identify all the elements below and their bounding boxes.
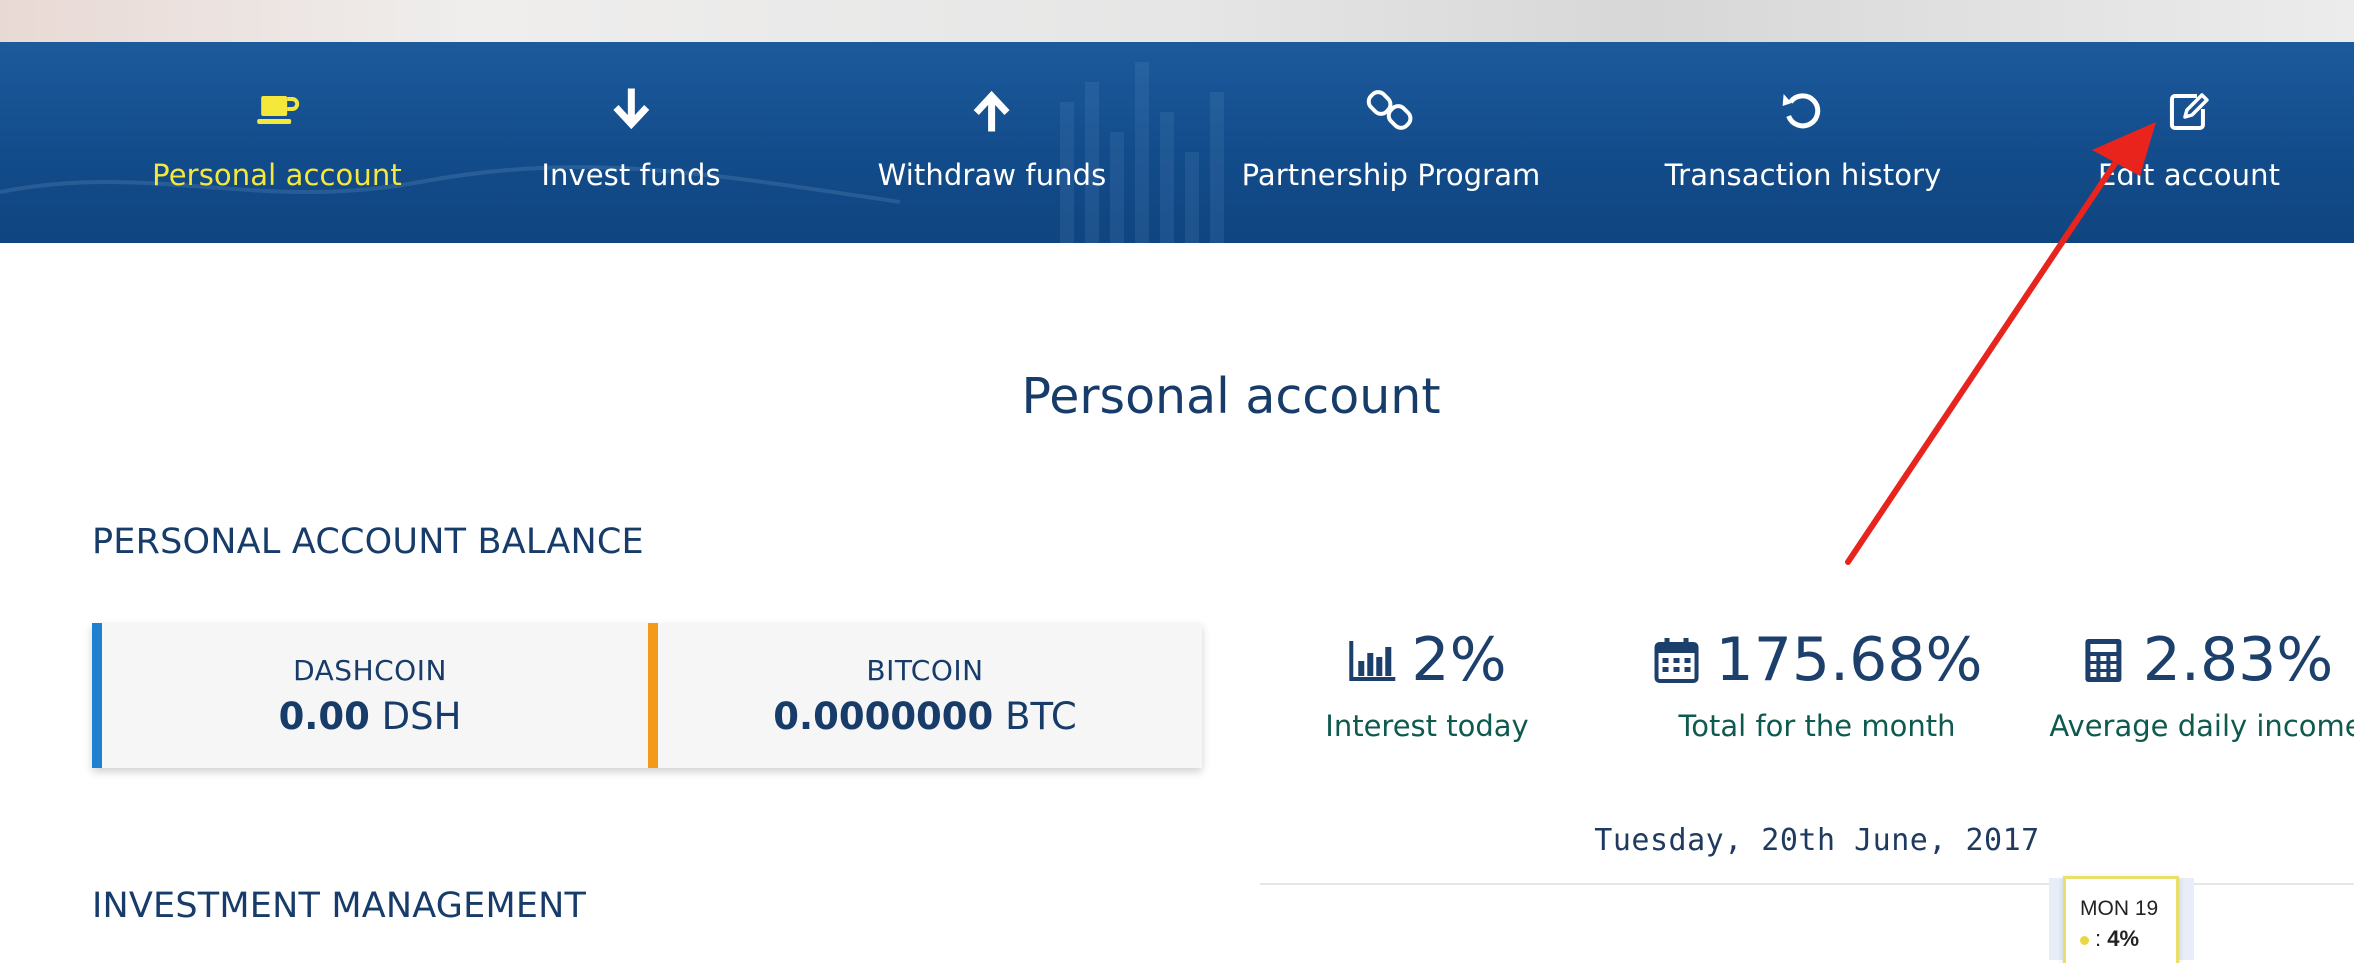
stat-caption: Average daily income [2049,709,2354,743]
nav-label: Invest funds [541,158,721,192]
tooltip-value-row: : 4% [2080,926,2139,952]
dashcoin-balance: DASHCOIN 0.00 DSH [92,623,648,768]
nav-label: Partnership Program [1241,158,1541,192]
stat-caption: Total for the month [1678,709,1956,743]
stat-interest-today: 2% Interest today [1325,625,1528,743]
nav-edit-account[interactable]: Edit account [2098,84,2280,234]
dashcoin-accent-bar [92,623,102,768]
balance-panel: DASHCOIN 0.00 DSH BITCOIN 0.0000000 BTC [92,623,1202,768]
header-banner-image [0,0,2354,42]
coin-amount: 0.0000000 BTC [773,695,1076,738]
stat-value: 175.68% [1715,625,1983,695]
coin-name: BITCOIN [866,653,984,687]
nav-label: Personal account [152,158,402,192]
nav-label: Edit account [2097,158,2281,192]
investment-heading: INVESTMENT MANAGEMENT [92,886,587,926]
nav-partnership-program[interactable]: Partnership Program [1242,84,1541,234]
coin-amount: 0.00 DSH [279,695,462,738]
stat-average-daily: 2.83% Average daily income [2049,625,2354,743]
coin-unit: BTC [1005,694,1077,738]
page-title: Personal account [1021,368,1441,425]
history-icon [1782,93,1821,129]
nav-label: Withdraw funds [877,158,1107,192]
main-navigation: Personal account Invest funds Withdraw f… [0,42,2354,243]
coin-name: DASHCOIN [293,653,447,687]
series-dot [2080,935,2089,945]
bar-chart-icon [1349,641,1396,681]
tooltip-day: MON 19 [2080,897,2159,920]
cup-icon [256,96,299,124]
edit-icon [2170,93,2209,130]
chart-date: Tuesday, 20th June, 2017 [1594,823,2040,858]
stat-caption: Interest today [1325,709,1529,743]
stat-value: 2% [1411,625,1507,695]
stat-total-month: 175.68% Total for the month [1652,625,1983,743]
calendar-icon [1654,638,1699,683]
nav-withdraw-funds[interactable]: Withdraw funds [878,84,1107,234]
nav-invest-funds[interactable]: Invest funds [541,84,721,234]
nav-label: Transaction history [1664,158,1942,192]
calculator-icon [2085,639,2122,682]
arrow-up-icon [974,90,1010,132]
bitcoin-accent-bar [648,623,658,768]
balance-heading: PERSONAL ACCOUNT BALANCE [92,522,644,562]
stat-value: 2.83% [2142,625,2334,695]
nav-personal-account[interactable]: Personal account [152,84,402,234]
coin-amount-value: 0.0000000 [773,694,994,738]
coin-amount-value: 0.00 [278,694,370,738]
coin-unit: DSH [381,694,462,738]
nav-transaction-history[interactable]: Transaction history [1665,84,1942,234]
arrow-down-icon [613,88,649,130]
tooltip-value: 4% [2107,926,2140,951]
chart-tooltip: MON 19 : 4% [2063,876,2179,963]
link-icon [1367,90,1413,130]
bitcoin-balance: BITCOIN 0.0000000 BTC [648,623,1202,768]
